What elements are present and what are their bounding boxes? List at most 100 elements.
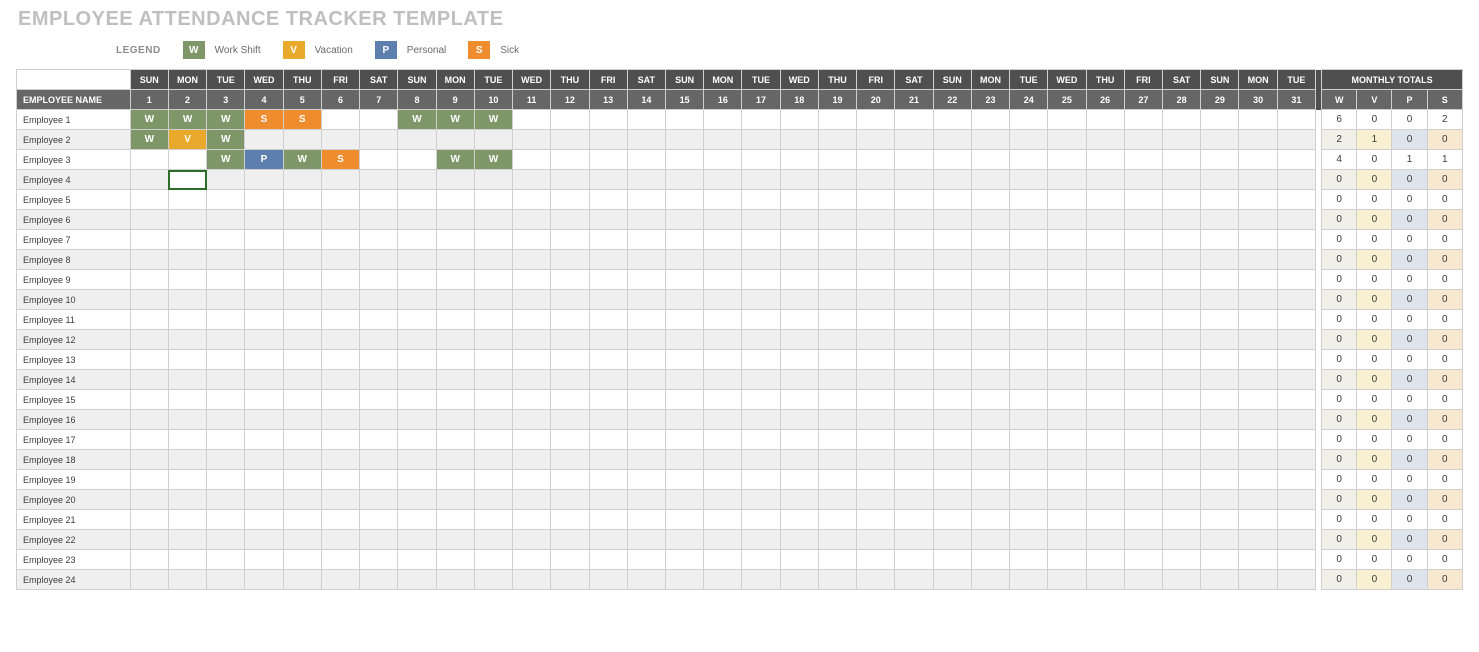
day-cell[interactable]: [1277, 450, 1315, 470]
day-cell[interactable]: [1201, 170, 1239, 190]
day-cell[interactable]: [627, 210, 665, 230]
day-cell[interactable]: [1239, 530, 1277, 550]
day-cell[interactable]: [1086, 290, 1124, 310]
day-cell[interactable]: [207, 350, 245, 370]
day-cell[interactable]: [321, 310, 359, 330]
day-cell[interactable]: [971, 430, 1009, 450]
day-cell[interactable]: [818, 570, 856, 590]
day-cell[interactable]: [321, 490, 359, 510]
day-cell[interactable]: [130, 510, 168, 530]
day-cell[interactable]: [1010, 350, 1048, 370]
day-cell[interactable]: [857, 270, 895, 290]
day-cell[interactable]: [818, 110, 856, 130]
day-cell[interactable]: [818, 290, 856, 310]
day-cell[interactable]: [360, 470, 398, 490]
day-cell[interactable]: [436, 450, 474, 470]
day-cell[interactable]: [589, 390, 627, 410]
day-cell[interactable]: [627, 150, 665, 170]
day-cell[interactable]: [1010, 190, 1048, 210]
day-cell[interactable]: [1010, 430, 1048, 450]
day-cell[interactable]: [857, 570, 895, 590]
day-cell[interactable]: [245, 130, 283, 150]
day-cell[interactable]: [895, 350, 933, 370]
day-cell[interactable]: [398, 430, 436, 450]
day-cell[interactable]: [360, 270, 398, 290]
day-cell[interactable]: [436, 350, 474, 370]
day-cell[interactable]: [589, 350, 627, 370]
day-cell[interactable]: [971, 310, 1009, 330]
day-cell[interactable]: [1201, 190, 1239, 210]
day-cell[interactable]: [1086, 470, 1124, 490]
day-cell[interactable]: [627, 250, 665, 270]
employee-name-cell[interactable]: Employee 4: [17, 170, 131, 190]
day-cell[interactable]: [665, 210, 703, 230]
day-cell[interactable]: [1048, 470, 1086, 490]
day-cell[interactable]: [895, 210, 933, 230]
day-cell[interactable]: W: [207, 130, 245, 150]
day-cell[interactable]: [551, 350, 589, 370]
day-cell[interactable]: [1086, 370, 1124, 390]
day-cell[interactable]: [398, 150, 436, 170]
employee-name-cell[interactable]: Employee 14: [17, 370, 131, 390]
day-cell[interactable]: [1239, 350, 1277, 370]
day-cell[interactable]: [818, 330, 856, 350]
day-cell[interactable]: [704, 570, 742, 590]
day-cell[interactable]: [551, 150, 589, 170]
day-cell[interactable]: [168, 310, 206, 330]
day-cell[interactable]: [665, 190, 703, 210]
day-cell[interactable]: [551, 550, 589, 570]
day-cell[interactable]: [474, 410, 512, 430]
day-cell[interactable]: [398, 510, 436, 530]
day-cell[interactable]: [207, 470, 245, 490]
day-cell[interactable]: [704, 190, 742, 210]
day-cell[interactable]: [895, 250, 933, 270]
day-cell[interactable]: [818, 170, 856, 190]
day-cell[interactable]: [436, 270, 474, 290]
day-cell[interactable]: [1048, 530, 1086, 550]
day-cell[interactable]: [1124, 410, 1162, 430]
day-cell[interactable]: [895, 110, 933, 130]
day-cell[interactable]: [1277, 470, 1315, 490]
day-cell[interactable]: [1086, 390, 1124, 410]
day-cell[interactable]: V: [168, 130, 206, 150]
day-cell[interactable]: [1048, 430, 1086, 450]
day-cell[interactable]: [589, 310, 627, 330]
day-cell[interactable]: [1239, 210, 1277, 230]
day-cell[interactable]: [360, 490, 398, 510]
day-cell[interactable]: [933, 330, 971, 350]
day-cell[interactable]: [1277, 230, 1315, 250]
day-cell[interactable]: [933, 150, 971, 170]
day-cell[interactable]: [1010, 230, 1048, 250]
employee-name-cell[interactable]: Employee 11: [17, 310, 131, 330]
day-cell[interactable]: [398, 270, 436, 290]
day-cell[interactable]: [704, 290, 742, 310]
day-cell[interactable]: [1201, 570, 1239, 590]
day-cell[interactable]: [245, 230, 283, 250]
day-cell[interactable]: [665, 290, 703, 310]
day-cell[interactable]: [818, 390, 856, 410]
day-cell[interactable]: [436, 490, 474, 510]
day-cell[interactable]: [207, 250, 245, 270]
day-cell[interactable]: [1010, 170, 1048, 190]
day-cell[interactable]: [780, 490, 818, 510]
day-cell[interactable]: [704, 390, 742, 410]
day-cell[interactable]: [1124, 170, 1162, 190]
day-cell[interactable]: [780, 210, 818, 230]
day-cell[interactable]: [1163, 230, 1201, 250]
day-cell[interactable]: [513, 490, 551, 510]
day-cell[interactable]: [1010, 370, 1048, 390]
day-cell[interactable]: [398, 530, 436, 550]
day-cell[interactable]: [704, 450, 742, 470]
day-cell[interactable]: [1086, 210, 1124, 230]
day-cell[interactable]: [895, 130, 933, 150]
day-cell[interactable]: [360, 390, 398, 410]
day-cell[interactable]: [1277, 570, 1315, 590]
day-cell[interactable]: [436, 230, 474, 250]
day-cell[interactable]: [1239, 510, 1277, 530]
day-cell[interactable]: [474, 470, 512, 490]
day-cell[interactable]: [245, 370, 283, 390]
day-cell[interactable]: [130, 450, 168, 470]
day-cell[interactable]: [283, 290, 321, 310]
day-cell[interactable]: [589, 230, 627, 250]
day-cell[interactable]: [627, 350, 665, 370]
